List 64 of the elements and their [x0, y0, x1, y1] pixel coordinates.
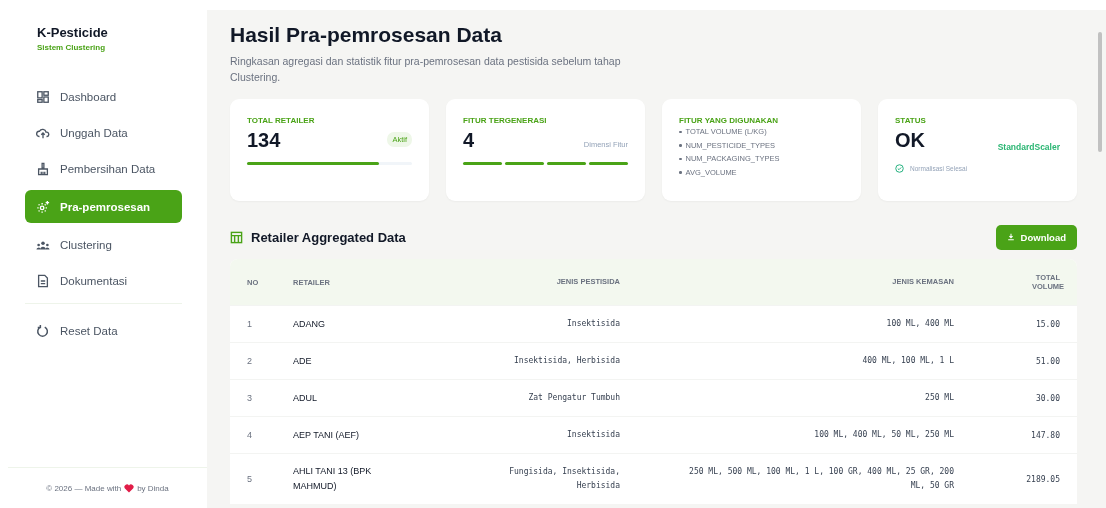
card-label: TOTAL RETAILER — [247, 116, 316, 125]
bullet-icon — [679, 171, 682, 174]
table-cell-text: 2189.05 — [1025, 474, 1061, 484]
segment-bar — [463, 162, 502, 165]
table-icon — [230, 230, 243, 244]
nav-item[interactable]: Clustering — [25, 230, 182, 259]
footer-text: by Dinda — [137, 483, 169, 493]
table-cell-text: AEP TANI (AEF) — [292, 428, 360, 442]
card-value: 134 — [247, 129, 281, 152]
check-circle-icon — [895, 164, 904, 173]
table-cell-text: 147.80 — [1030, 430, 1061, 440]
table-cell-text: ADUL — [292, 391, 318, 405]
table-cell-text: ADANG — [292, 317, 326, 331]
footer-text: © 2026 — Made with — [46, 483, 122, 493]
reset-button[interactable]: Reset Data — [25, 316, 182, 345]
table-cell-text: 100 ML, 400 ML, 50 ML, 250 ML — [813, 429, 955, 441]
table-cell-text: 4 — [246, 430, 253, 440]
table-cell-text: 30.00 — [1034, 393, 1061, 403]
heart-icon — [124, 483, 135, 493]
table-cell-text: Insektisida — [566, 429, 621, 441]
table-cell-text: 5 — [246, 474, 253, 484]
table-cell-text: Fungisida, Insektisida, Herbisida — [508, 466, 621, 492]
card-label: STATUS — [895, 116, 927, 125]
reset-icon — [36, 323, 50, 338]
table-cell-text: ADE — [292, 354, 313, 368]
nav-item[interactable]: Dokumentasi — [25, 266, 182, 295]
download-icon — [1006, 233, 1015, 241]
table-cell-text: Zat Pengatur Tumbuh — [527, 392, 621, 404]
table-cell-text: 51.00 — [1034, 356, 1061, 366]
table-cell-text: 250 ML — [924, 392, 955, 404]
section-title: Retailer Aggregated Data — [251, 229, 407, 245]
card-value: 4 — [463, 129, 475, 152]
nav-item[interactable]: Unggah Data — [25, 118, 182, 147]
segment-bar — [505, 162, 544, 165]
nav-item[interactable]: Dashboard — [25, 82, 182, 111]
gear-icon — [36, 199, 50, 214]
segment-bar — [589, 162, 628, 165]
nav-item[interactable]: Pembersihan Data — [25, 154, 182, 183]
segment-bar — [547, 162, 586, 165]
card-label: FITUR TERGENERASI — [463, 116, 548, 125]
table-cell-text: 100 ML, 400 ML — [885, 318, 955, 330]
table-cell-text: Insektisida, Herbisida — [513, 355, 621, 367]
brand-title: K-Pesticide — [37, 25, 109, 40]
scaler-name: StandardScaler — [997, 142, 1060, 152]
bullet-icon — [679, 130, 682, 133]
card-value: OK — [895, 129, 925, 152]
card-label: FITUR YANG DIGUNAKAN — [679, 116, 780, 125]
grid-icon — [36, 89, 50, 104]
page-title: Hasil Pra-pemrosesan Data — [230, 23, 503, 47]
table-cell-text: 400 ML, 100 ML, 1 L — [861, 355, 955, 367]
brand-subtitle: Sistem Clustering — [37, 43, 106, 52]
table-cell-text: 2 — [246, 356, 253, 366]
scrollbar-thumb[interactable] — [1098, 32, 1102, 152]
page-subtitle: Ringkasan agregasi dan statistik fitur pra-pemrosesan data pestisida sebelum tahap Clustering. — [230, 54, 622, 85]
table-cell-text: 1 — [246, 319, 253, 329]
table-cell-text: AHLI TANI 13 (BPK MAHMUD) — [292, 465, 373, 493]
bullet-icon — [679, 144, 682, 147]
document-icon — [36, 273, 50, 288]
table-cell-text: 250 ML, 500 ML, 100 ML, 1 L, 100 GR, 400 ML, 25 GR, 200 ML, 50 GR — [688, 466, 955, 492]
table-cell-text: 3 — [246, 393, 253, 403]
bullet-icon — [679, 157, 682, 160]
table-cell-text: Insektisida — [566, 318, 621, 330]
table-cell-text: 15.00 — [1034, 319, 1061, 329]
broom-icon — [36, 161, 50, 176]
